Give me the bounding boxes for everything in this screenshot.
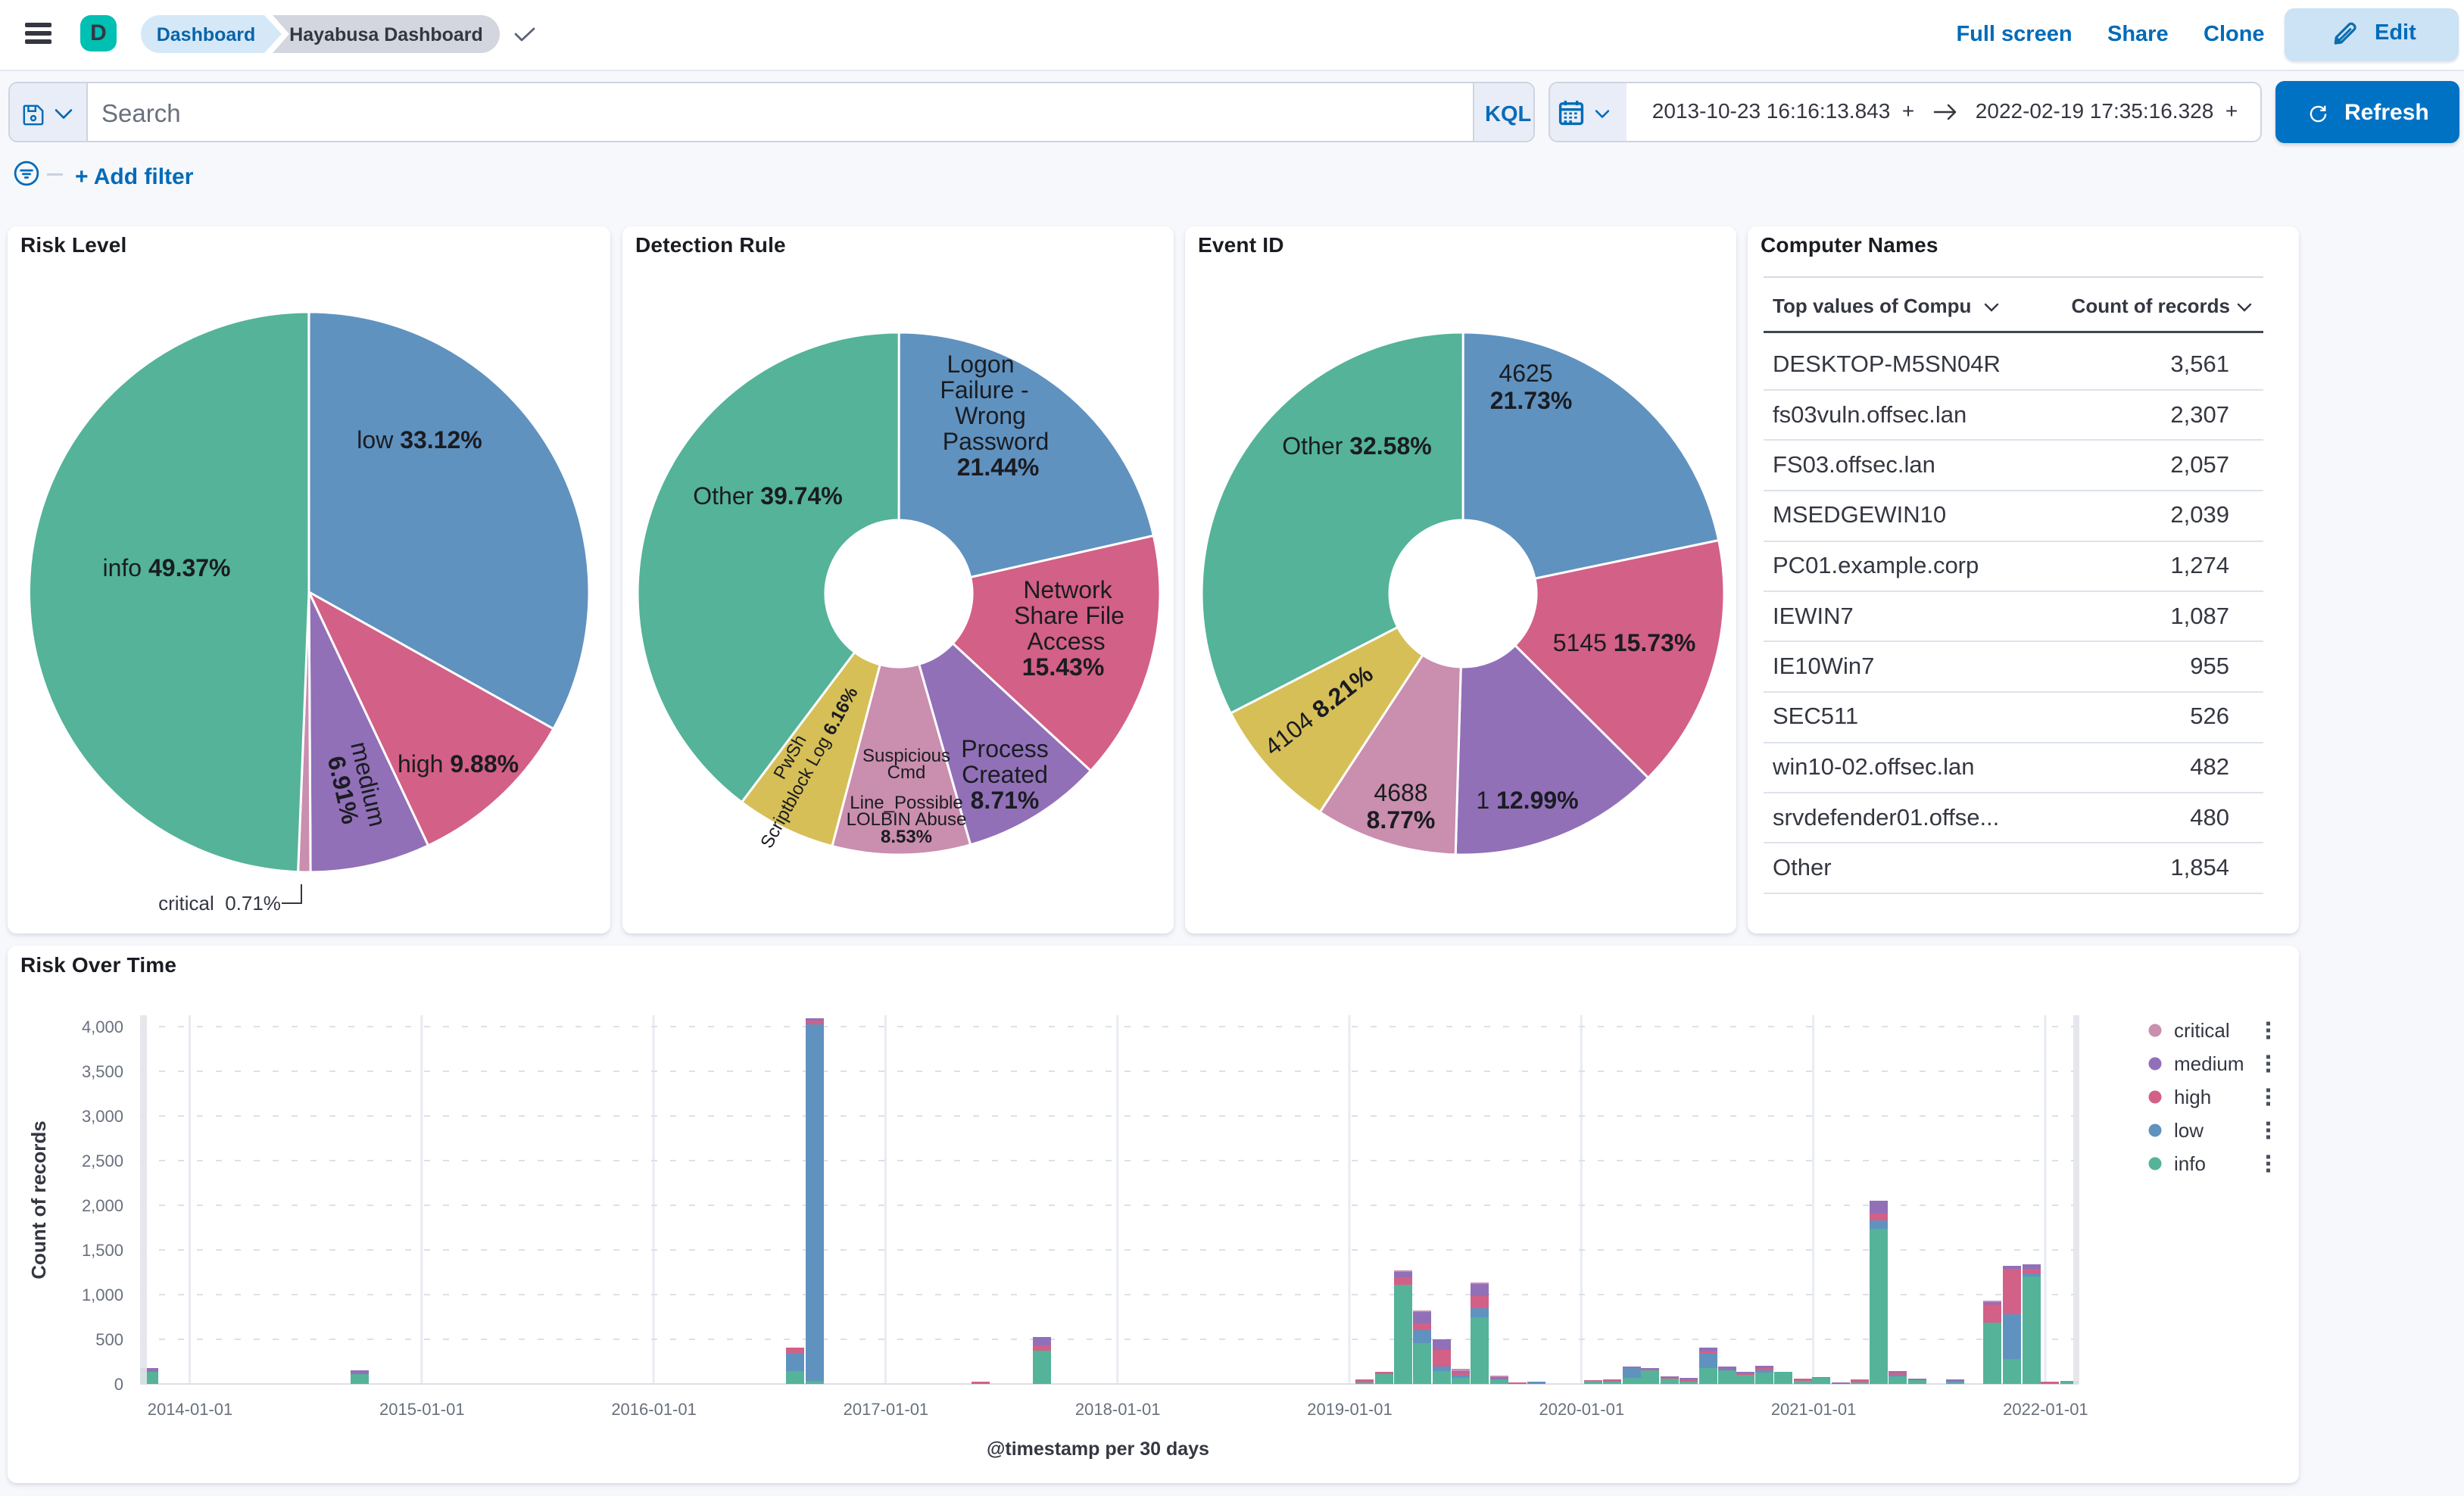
svg-text:2014-01-01: 2014-01-01 [148, 1400, 233, 1419]
svg-text:info 49.37%: info 49.37% [102, 554, 230, 581]
svg-text:15.43%: 15.43% [1022, 653, 1105, 681]
svg-text:21.44%: 21.44% [957, 453, 1040, 481]
svg-text:2021-01-01: 2021-01-01 [1771, 1400, 1857, 1419]
svg-text:Wrong: Wrong [955, 402, 1026, 429]
svg-text:8.53%: 8.53% [881, 827, 932, 847]
svg-text:1,500: 1,500 [82, 1241, 123, 1260]
svg-text:info: info [2174, 1152, 2206, 1175]
svg-text:Failure -: Failure - [940, 376, 1028, 404]
svg-text:low: low [2174, 1119, 2204, 1142]
svg-text:Created: Created [962, 761, 1048, 788]
svg-text:Cmd: Cmd [887, 762, 926, 783]
svg-text:2,000: 2,000 [82, 1196, 123, 1215]
svg-text:1 12.99%: 1 12.99% [1476, 787, 1578, 814]
svg-text:Count of records: Count of records [27, 1120, 50, 1279]
svg-text:2019-01-01: 2019-01-01 [1307, 1400, 1393, 1419]
svg-text:2018-01-01: 2018-01-01 [1075, 1400, 1161, 1419]
svg-text:@timestamp per 30 days: @timestamp per 30 days [987, 1438, 1209, 1460]
svg-text:2015-01-01: 2015-01-01 [379, 1400, 465, 1419]
svg-text:Share File: Share File [1014, 602, 1124, 629]
svg-text:2017-01-01: 2017-01-01 [844, 1400, 929, 1419]
svg-text:Access: Access [1027, 628, 1105, 655]
svg-text:Password: Password [943, 428, 1050, 455]
svg-text:0: 0 [114, 1375, 123, 1394]
svg-text:medium: medium [2174, 1052, 2244, 1075]
svg-text:2016-01-01: 2016-01-01 [611, 1400, 697, 1419]
svg-text:2,500: 2,500 [82, 1152, 123, 1170]
svg-text:21.73%: 21.73% [1490, 387, 1573, 414]
svg-text:2020-01-01: 2020-01-01 [1539, 1400, 1625, 1419]
svg-text:Other 39.74%: Other 39.74% [693, 482, 842, 510]
svg-text:Network: Network [1023, 576, 1112, 603]
svg-text:critical 0.71%: critical 0.71% [158, 892, 281, 915]
svg-text:4688: 4688 [1374, 779, 1427, 806]
svg-text:500: 500 [95, 1330, 123, 1349]
svg-text:Process: Process [961, 735, 1049, 762]
svg-text:high 9.88%: high 9.88% [398, 750, 519, 778]
svg-text:4,000: 4,000 [82, 1018, 123, 1036]
svg-text:8.71%: 8.71% [971, 787, 1040, 814]
svg-text:low 33.12%: low 33.12% [357, 426, 482, 453]
svg-text:Logon: Logon [947, 351, 1015, 378]
svg-text:Hayabusa Dashboard: Hayabusa Dashboard [289, 24, 483, 45]
svg-text:8.77%: 8.77% [1367, 806, 1436, 834]
svg-text:4625: 4625 [1499, 360, 1552, 387]
svg-text:2022-01-01: 2022-01-01 [2003, 1400, 2088, 1419]
svg-text:1,000: 1,000 [82, 1286, 123, 1304]
svg-text:Other 32.58%: Other 32.58% [1282, 432, 1431, 460]
svg-text:Dashboard: Dashboard [157, 24, 256, 45]
svg-text:5145 15.73%: 5145 15.73% [1553, 629, 1696, 656]
svg-text:critical: critical [2174, 1019, 2230, 1042]
svg-text:high: high [2174, 1086, 2211, 1108]
svg-text:3,500: 3,500 [82, 1062, 123, 1081]
svg-text:3,000: 3,000 [82, 1107, 123, 1126]
